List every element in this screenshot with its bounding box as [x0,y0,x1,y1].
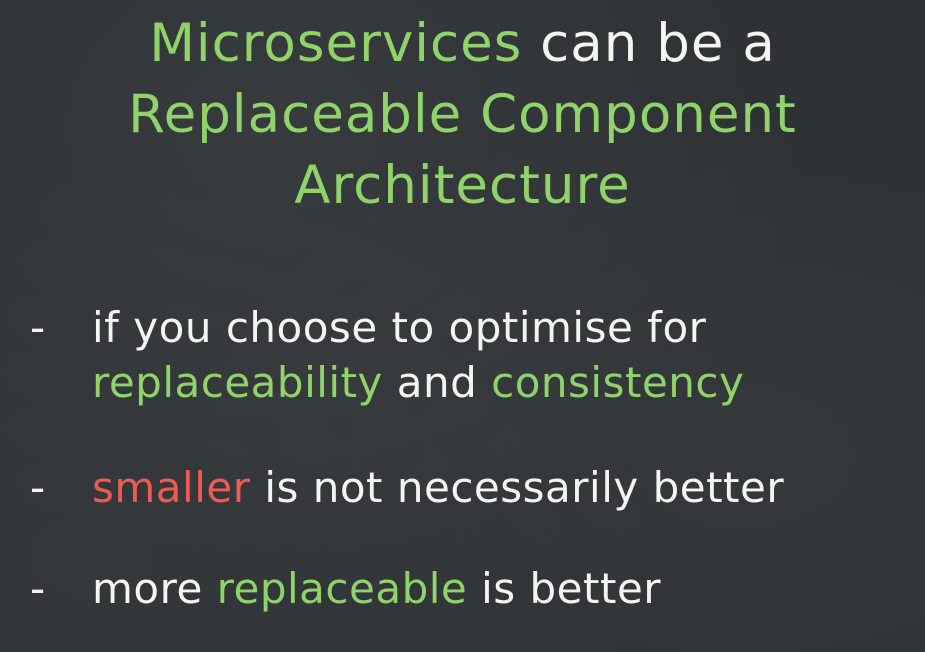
title-line-2: Replaceable Component [128,84,797,145]
title-can-be-a: can be a [522,13,776,74]
bullet-list: - if you choose to optimise for replacea… [30,300,910,616]
bullet-smaller-word: smaller [92,463,251,512]
bullet-smaller: - smaller is not necessarily better [30,460,910,515]
bullet-smaller-rest: is not necessarily better [250,463,785,512]
bullet-dash: - [30,303,46,352]
bullet-is-better: is better [467,564,662,613]
bullet-optimise-line-1: if you choose to optimise for [92,303,707,352]
title-line-1: Microservices can be a [0,8,925,79]
bullet-and: and [382,358,492,407]
title-microservices: Microservices [149,13,523,74]
title-line-3: Architecture [294,155,631,216]
bullet-dash: - [30,463,46,512]
chalkboard-slide: Microservices can be a Replaceable Compo… [0,0,925,652]
bullet-consistency: consistency [491,358,745,407]
bullet-more: more [92,564,217,613]
bullet-dash: - [30,564,46,613]
bullet-replaceable-word: replaceable [216,564,468,613]
bullet-replaceability: replaceability [92,358,383,407]
slide-title: Microservices can be a Replaceable Compo… [0,8,925,221]
bullet-optimise: - if you choose to optimise for replacea… [30,300,910,410]
bullet-more-replaceable: - more replaceable is better [30,561,910,616]
